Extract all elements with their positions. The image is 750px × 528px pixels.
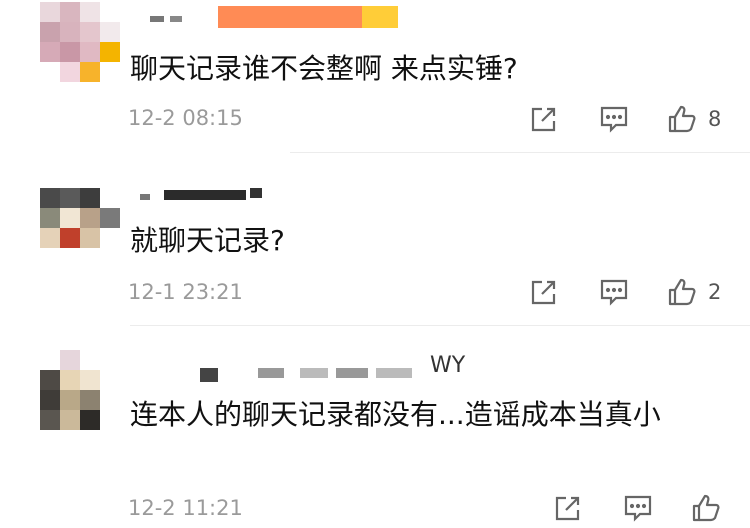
comment-text: 就聊天记录?	[130, 224, 285, 257]
comment-icon	[624, 495, 652, 522]
comment-time: 12-1 23:21	[128, 280, 243, 304]
thumbs-up-icon	[692, 494, 720, 522]
comment-text: 聊天记录谁不会整啊 来点实锤?	[130, 52, 518, 85]
share-button[interactable]	[552, 490, 584, 526]
comment-time: 12-2 08:15	[128, 106, 243, 130]
like-count: 8	[708, 107, 722, 131]
username-redacted[interactable]: WY	[130, 353, 470, 382]
divider	[130, 325, 750, 326]
avatar[interactable]	[40, 2, 120, 82]
share-icon	[531, 107, 556, 132]
comment-actions: 8	[528, 101, 738, 137]
avatar[interactable]	[40, 188, 120, 268]
reply-button[interactable]	[622, 490, 654, 526]
share-button[interactable]	[528, 274, 560, 310]
like-button[interactable]: 8	[666, 101, 721, 137]
comment-icon	[600, 106, 628, 133]
comment-item: 就聊天记录? 12-1 23:21 2	[0, 170, 750, 340]
comment-text: 连本人的聊天记录都没有...造谣成本当真小	[130, 398, 661, 431]
avatar[interactable]	[40, 350, 120, 430]
like-count: 2	[708, 280, 722, 304]
reply-button[interactable]	[598, 101, 630, 137]
thumbs-up-icon	[668, 105, 696, 133]
share-icon	[555, 496, 580, 521]
username-visible: WY	[430, 353, 466, 378]
thumbs-up-icon	[668, 278, 696, 306]
like-button[interactable]	[690, 490, 732, 526]
username-redacted[interactable]	[130, 188, 280, 212]
comment-item: 聊天记录谁不会整啊 来点实锤? 12-2 08:15 8	[0, 0, 750, 160]
comment-icon	[600, 279, 628, 306]
share-icon	[531, 280, 556, 305]
comment-actions	[552, 490, 750, 526]
username-redacted[interactable]	[130, 6, 410, 30]
divider	[290, 152, 750, 153]
comment-item: WY 连本人的聊天记录都没有...造谣成本当真小 12-2 11:21	[0, 340, 750, 528]
reply-button[interactable]	[598, 274, 630, 310]
like-button[interactable]: 2	[666, 274, 721, 310]
share-button[interactable]	[528, 101, 560, 137]
comment-actions: 2	[528, 274, 738, 310]
comment-time: 12-2 11:21	[128, 496, 243, 520]
